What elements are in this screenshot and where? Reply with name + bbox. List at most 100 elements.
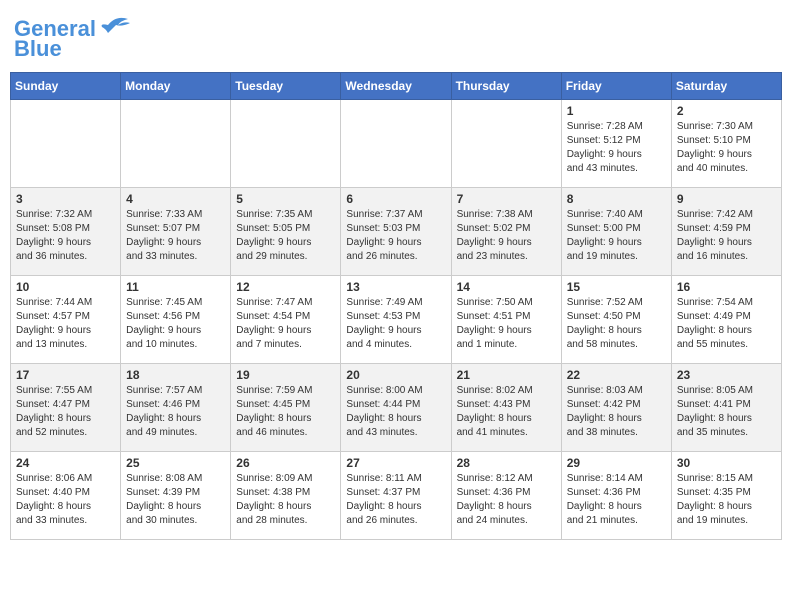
day-number: 16 — [677, 280, 776, 294]
calendar-cell — [451, 100, 561, 188]
day-number: 5 — [236, 192, 335, 206]
day-header-saturday: Saturday — [671, 73, 781, 100]
day-number: 8 — [567, 192, 666, 206]
calendar-cell: 10 Sunrise: 7:44 AM Sunset: 4:57 PM Dayli… — [11, 276, 121, 364]
day-info: Sunrise: 8:09 AM Sunset: 4:38 PM Dayligh… — [236, 472, 335, 528]
day-info: Sunrise: 7:55 AM Sunset: 4:47 PM Dayligh… — [16, 384, 115, 440]
day-info: Sunrise: 8:05 AM Sunset: 4:41 PM Dayligh… — [677, 384, 776, 440]
day-header-tuesday: Tuesday — [231, 73, 341, 100]
day-info: Sunrise: 8:03 AM Sunset: 4:42 PM Dayligh… — [567, 384, 666, 440]
day-number: 27 — [346, 456, 445, 470]
calendar-cell: 5 Sunrise: 7:35 AM Sunset: 5:05 PM Daylig… — [231, 188, 341, 276]
day-info: Sunrise: 7:28 AM Sunset: 5:12 PM Dayligh… — [567, 120, 666, 176]
calendar-cell: 13 Sunrise: 7:49 AM Sunset: 4:53 PM Dayli… — [341, 276, 451, 364]
calendar-cell: 1Sunrise: 7:28 AM Sunset: 5:12 PM Daylig… — [561, 100, 671, 188]
day-header-sunday: Sunday — [11, 73, 121, 100]
day-number: 4 — [126, 192, 225, 206]
day-number: 11 — [126, 280, 225, 294]
calendar-header: SundayMondayTuesdayWednesdayThursdayFrid… — [11, 73, 782, 100]
week-row-3: 10 Sunrise: 7:44 AM Sunset: 4:57 PM Dayli… — [11, 276, 782, 364]
calendar-body: 1Sunrise: 7:28 AM Sunset: 5:12 PM Daylig… — [11, 100, 782, 540]
calendar-cell: 30 Sunrise: 8:15 AM Sunset: 4:35 PM Dayli… — [671, 452, 781, 540]
day-number: 26 — [236, 456, 335, 470]
day-info: Sunrise: 7:42 AM Sunset: 4:59 PM Dayligh… — [677, 208, 776, 264]
calendar-cell: 19 Sunrise: 7:59 AM Sunset: 4:45 PM Dayli… — [231, 364, 341, 452]
calendar-cell: 16 Sunrise: 7:54 AM Sunset: 4:49 PM Dayli… — [671, 276, 781, 364]
calendar-cell: 8 Sunrise: 7:40 AM Sunset: 5:00 PM Daylig… — [561, 188, 671, 276]
day-number: 10 — [16, 280, 115, 294]
calendar-cell: 20 Sunrise: 8:00 AM Sunset: 4:44 PM Dayli… — [341, 364, 451, 452]
day-info: Sunrise: 7:52 AM Sunset: 4:50 PM Dayligh… — [567, 296, 666, 352]
day-number: 20 — [346, 368, 445, 382]
calendar-cell: 23Sunrise: 8:05 AM Sunset: 4:41 PM Dayli… — [671, 364, 781, 452]
page-header: General Blue — [10, 10, 782, 68]
calendar-cell: 17 Sunrise: 7:55 AM Sunset: 4:47 PM Dayli… — [11, 364, 121, 452]
day-info: Sunrise: 8:14 AM Sunset: 4:36 PM Dayligh… — [567, 472, 666, 528]
week-row-2: 3Sunrise: 7:32 AM Sunset: 5:08 PM Daylig… — [11, 188, 782, 276]
day-number: 9 — [677, 192, 776, 206]
day-number: 7 — [457, 192, 556, 206]
day-info: Sunrise: 8:06 AM Sunset: 4:40 PM Dayligh… — [16, 472, 115, 528]
calendar-cell — [11, 100, 121, 188]
calendar-cell: 2 Sunrise: 7:30 AM Sunset: 5:10 PM Daylig… — [671, 100, 781, 188]
day-info: Sunrise: 7:44 AM Sunset: 4:57 PM Dayligh… — [16, 296, 115, 352]
day-number: 2 — [677, 104, 776, 118]
header-row: SundayMondayTuesdayWednesdayThursdayFrid… — [11, 73, 782, 100]
calendar-cell: 15 Sunrise: 7:52 AM Sunset: 4:50 PM Dayli… — [561, 276, 671, 364]
day-number: 14 — [457, 280, 556, 294]
calendar-cell: 22 Sunrise: 8:03 AM Sunset: 4:42 PM Dayli… — [561, 364, 671, 452]
calendar-cell: 18 Sunrise: 7:57 AM Sunset: 4:46 PM Dayli… — [121, 364, 231, 452]
calendar-cell: 21Sunrise: 8:02 AM Sunset: 4:43 PM Dayli… — [451, 364, 561, 452]
day-number: 19 — [236, 368, 335, 382]
calendar-cell: 27 Sunrise: 8:11 AM Sunset: 4:37 PM Dayli… — [341, 452, 451, 540]
day-header-monday: Monday — [121, 73, 231, 100]
day-info: Sunrise: 8:11 AM Sunset: 4:37 PM Dayligh… — [346, 472, 445, 528]
day-info: Sunrise: 7:37 AM Sunset: 5:03 PM Dayligh… — [346, 208, 445, 264]
day-number: 22 — [567, 368, 666, 382]
calendar-cell: 3Sunrise: 7:32 AM Sunset: 5:08 PM Daylig… — [11, 188, 121, 276]
day-info: Sunrise: 7:40 AM Sunset: 5:00 PM Dayligh… — [567, 208, 666, 264]
logo: General Blue — [14, 16, 130, 62]
day-number: 17 — [16, 368, 115, 382]
day-info: Sunrise: 7:49 AM Sunset: 4:53 PM Dayligh… — [346, 296, 445, 352]
calendar-cell: 14Sunrise: 7:50 AM Sunset: 4:51 PM Dayli… — [451, 276, 561, 364]
day-info: Sunrise: 7:33 AM Sunset: 5:07 PM Dayligh… — [126, 208, 225, 264]
calendar-cell: 12 Sunrise: 7:47 AM Sunset: 4:54 PM Dayli… — [231, 276, 341, 364]
day-header-friday: Friday — [561, 73, 671, 100]
calendar-cell: 28Sunrise: 8:12 AM Sunset: 4:36 PM Dayli… — [451, 452, 561, 540]
day-header-wednesday: Wednesday — [341, 73, 451, 100]
day-number: 30 — [677, 456, 776, 470]
week-row-5: 24 Sunrise: 8:06 AM Sunset: 4:40 PM Dayli… — [11, 452, 782, 540]
day-info: Sunrise: 8:08 AM Sunset: 4:39 PM Dayligh… — [126, 472, 225, 528]
day-number: 21 — [457, 368, 556, 382]
day-number: 25 — [126, 456, 225, 470]
calendar-cell — [231, 100, 341, 188]
calendar-cell: 11 Sunrise: 7:45 AM Sunset: 4:56 PM Dayli… — [121, 276, 231, 364]
day-info: Sunrise: 7:35 AM Sunset: 5:05 PM Dayligh… — [236, 208, 335, 264]
week-row-4: 17 Sunrise: 7:55 AM Sunset: 4:47 PM Dayli… — [11, 364, 782, 452]
day-info: Sunrise: 7:59 AM Sunset: 4:45 PM Dayligh… — [236, 384, 335, 440]
calendar-cell: 9 Sunrise: 7:42 AM Sunset: 4:59 PM Daylig… — [671, 188, 781, 276]
calendar-cell — [341, 100, 451, 188]
day-info: Sunrise: 7:45 AM Sunset: 4:56 PM Dayligh… — [126, 296, 225, 352]
calendar-cell: 7Sunrise: 7:38 AM Sunset: 5:02 PM Daylig… — [451, 188, 561, 276]
day-number: 18 — [126, 368, 225, 382]
day-number: 13 — [346, 280, 445, 294]
calendar-cell — [121, 100, 231, 188]
day-info: Sunrise: 7:47 AM Sunset: 4:54 PM Dayligh… — [236, 296, 335, 352]
day-info: Sunrise: 7:30 AM Sunset: 5:10 PM Dayligh… — [677, 120, 776, 176]
day-info: Sunrise: 8:15 AM Sunset: 4:35 PM Dayligh… — [677, 472, 776, 528]
day-info: Sunrise: 7:54 AM Sunset: 4:49 PM Dayligh… — [677, 296, 776, 352]
logo-blue-text: Blue — [14, 36, 62, 62]
calendar-cell: 4 Sunrise: 7:33 AM Sunset: 5:07 PM Daylig… — [121, 188, 231, 276]
day-info: Sunrise: 8:12 AM Sunset: 4:36 PM Dayligh… — [457, 472, 556, 528]
day-number: 29 — [567, 456, 666, 470]
day-number: 12 — [236, 280, 335, 294]
day-number: 3 — [16, 192, 115, 206]
day-info: Sunrise: 7:57 AM Sunset: 4:46 PM Dayligh… — [126, 384, 225, 440]
calendar-cell: 25 Sunrise: 8:08 AM Sunset: 4:39 PM Dayli… — [121, 452, 231, 540]
calendar-table: SundayMondayTuesdayWednesdayThursdayFrid… — [10, 72, 782, 540]
day-info: Sunrise: 8:00 AM Sunset: 4:44 PM Dayligh… — [346, 384, 445, 440]
day-number: 15 — [567, 280, 666, 294]
day-number: 24 — [16, 456, 115, 470]
